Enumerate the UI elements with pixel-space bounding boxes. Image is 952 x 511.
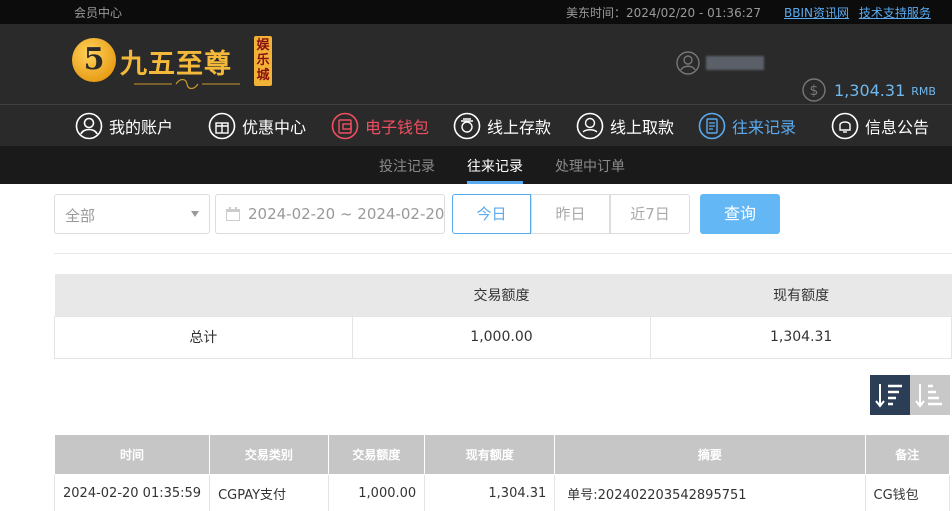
col-summary: 摘要 <box>554 434 866 475</box>
tech-support-link[interactable]: 技术支持服务 <box>859 6 931 20</box>
nav-label: 电子钱包 <box>365 118 430 137</box>
sort-asc-button[interactable] <box>910 375 950 415</box>
logo-mark: 5 <box>72 38 116 82</box>
nav-online-withdraw[interactable]: 线上取款 <box>576 112 674 140</box>
table-header-row: 时间 交易类别 交易额度 现有额度 摘要 备注 <box>53 434 951 475</box>
tab-pending-orders[interactable]: 处理中订单 <box>555 156 625 176</box>
sort-ascending-icon <box>915 384 942 408</box>
nav-label: 线上存款 <box>487 118 552 137</box>
bbin-news-link[interactable]: BBIN资讯网 <box>784 6 849 20</box>
summary-total-amount: 1,000.00 <box>351 315 652 359</box>
tab-bet-records[interactable]: 投注记录 <box>379 156 435 176</box>
summary-total-balance: 1,304.31 <box>650 315 952 359</box>
today-button[interactable]: 今日 <box>452 194 531 234</box>
calendar-icon <box>226 207 240 221</box>
col-remark: 备注 <box>864 434 951 475</box>
divider <box>54 253 952 254</box>
sub-nav: 投注记录 往来记录 处理中订单 <box>0 146 952 184</box>
user-info <box>676 48 764 78</box>
balance-display: $ 1,304.31 RMB <box>802 78 936 102</box>
logo-name: 九五至尊 <box>120 49 232 80</box>
active-tab-indicator <box>467 181 523 184</box>
last-7-days-button[interactable]: 近7日 <box>610 194 690 234</box>
bell-icon <box>831 112 859 140</box>
gift-icon <box>208 112 236 140</box>
query-button[interactable]: 查询 <box>700 194 780 234</box>
nav-label: 信息公告 <box>865 118 930 137</box>
logo-ornament <box>134 78 240 90</box>
type-select[interactable]: 全部 <box>54 194 210 234</box>
dollar-icon: $ <box>802 78 826 102</box>
nav-announcements[interactable]: 信息公告 <box>831 112 929 140</box>
nav-my-account[interactable]: 我的账户 <box>75 112 173 140</box>
sort-descending-icon <box>875 384 902 408</box>
user-avatar-icon <box>676 51 700 75</box>
top-bar: 会员中心 美东时间：2024/02/20 - 01:36:27 BBIN资讯网 … <box>0 0 952 24</box>
eastern-time: 美东时间：2024/02/20 - 01:36:27 <box>566 6 762 20</box>
summary-table: 交易额度 现有额度 总计 1,000.00 1,304.31 <box>54 274 952 359</box>
table-row: 2024-02-20 01:35:59 CGPAY支付 1,000.00 1,3… <box>53 474 951 511</box>
tab-transaction-records[interactable]: 往来记录 <box>467 156 523 176</box>
summary-header-balance: 现有额度 <box>650 274 952 316</box>
member-center-link[interactable]: 会员中心 <box>74 4 122 21</box>
user-icon <box>75 112 103 140</box>
header: 5 九五至尊 娱乐城 $ 1,304.31 RMB <box>0 24 952 104</box>
col-amount: 交易额度 <box>327 434 426 475</box>
summary-total-label: 总计 <box>54 315 353 359</box>
cell-balance: 1,304.31 <box>424 474 556 511</box>
yesterday-button[interactable]: 昨日 <box>531 194 610 234</box>
main-nav: 我的账户 优惠中心 电子钱包 线上存款 线上取款 往来记录 信息公告 <box>0 104 952 146</box>
summary-header-blank <box>54 274 353 316</box>
nav-label: 往来记录 <box>732 118 797 137</box>
nav-label: 我的账户 <box>109 118 174 137</box>
nav-label: 优惠中心 <box>242 118 307 137</box>
nav-e-wallet[interactable]: 电子钱包 <box>331 112 429 140</box>
wallet-icon <box>331 112 359 140</box>
username-masked <box>706 56 764 70</box>
date-range-input[interactable]: 2024-02-20 ~ 2024-02-20 <box>215 194 445 234</box>
cell-time: 2024-02-20 01:35:59 <box>53 474 211 511</box>
nav-promotions[interactable]: 优惠中心 <box>208 112 306 140</box>
record-icon <box>698 112 726 140</box>
withdraw-icon <box>576 112 604 140</box>
cell-type: CGPAY支付 <box>209 474 329 511</box>
svg-text:$: $ <box>810 83 819 99</box>
logo-badge: 娱乐城 <box>254 36 272 86</box>
cell-summary: 单号:202402203542895751 <box>554 474 866 511</box>
nav-transaction-records[interactable]: 往来记录 <box>698 112 796 140</box>
logo[interactable]: 5 九五至尊 娱乐城 <box>72 34 272 94</box>
deposit-icon <box>453 112 481 140</box>
cell-amount: 1,000.00 <box>327 474 426 511</box>
balance-amount: 1,304.31 <box>834 80 906 100</box>
chevron-down-icon <box>191 211 199 217</box>
col-type: 交易类别 <box>209 434 329 475</box>
top-links: BBIN资讯网 技术支持服务 <box>784 4 937 21</box>
type-select-value: 全部 <box>65 207 96 225</box>
summary-header-row: 交易额度 现有额度 <box>54 274 952 316</box>
balance-currency: RMB <box>911 85 936 98</box>
sort-desc-button[interactable] <box>870 375 910 415</box>
nav-label: 线上取款 <box>610 118 675 137</box>
col-balance: 现有额度 <box>424 434 556 475</box>
nav-online-deposit[interactable]: 线上存款 <box>453 112 551 140</box>
summary-header-amount: 交易额度 <box>352 274 651 316</box>
date-range-value: 2024-02-20 ~ 2024-02-20 <box>248 205 445 223</box>
summary-row: 总计 1,000.00 1,304.31 <box>54 315 952 359</box>
col-time: 时间 <box>53 434 211 475</box>
cell-remark: CG钱包 <box>864 474 951 511</box>
transactions-table: 时间 交易类别 交易额度 现有额度 摘要 备注 2024-02-20 01:35… <box>53 434 951 511</box>
